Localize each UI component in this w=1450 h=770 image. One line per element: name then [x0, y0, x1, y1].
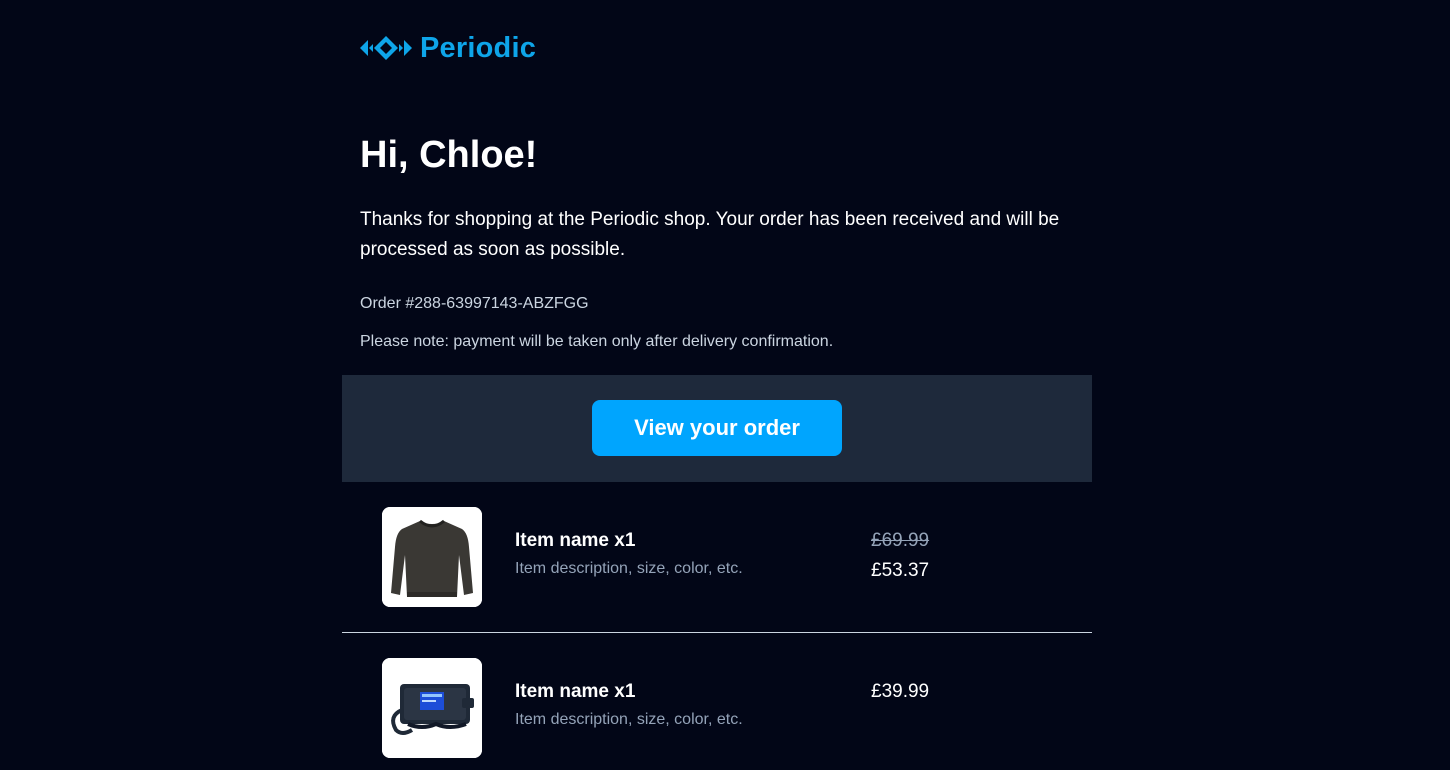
item-name: Item name x1 — [515, 681, 636, 702]
order-number: Order #288-63997143-ABZFGG — [360, 295, 589, 312]
periodic-diamonds-logo-icon — [360, 35, 412, 61]
item-price: £53.37 — [871, 560, 930, 581]
sweater-image-icon — [382, 507, 482, 607]
item-original-price: £69.99 — [871, 530, 930, 551]
email-header: Periodic — [342, 0, 1092, 98]
item-thumbnail[interactable] — [382, 658, 482, 758]
messenger-bag-image-icon — [382, 658, 482, 758]
view-order-button[interactable]: View your order — [592, 400, 842, 456]
order-item: Item name x1 Item description, size, col… — [342, 633, 1092, 770]
email-page: Periodic Hi, Chloe! Thanks for shopping … — [0, 0, 1450, 770]
intro-text: Thanks for shopping at the Periodic shop… — [360, 209, 1060, 260]
item-thumbnail[interactable] — [382, 507, 482, 607]
cta-band: View your order — [342, 375, 1092, 482]
item-price: £39.99 — [871, 681, 930, 702]
order-item: Item name x1 Item description, size, col… — [342, 482, 1092, 632]
item-description: Item description, size, color, etc. — [515, 711, 743, 728]
email-container: Periodic Hi, Chloe! Thanks for shopping … — [342, 0, 1092, 758]
item-name: Item name x1 — [515, 530, 636, 551]
payment-note: Please note: payment will be taken only … — [360, 333, 834, 350]
greeting-heading: Hi, Chloe! — [360, 134, 538, 176]
brand-name: Periodic — [420, 32, 537, 64]
item-description: Item description, size, color, etc. — [515, 560, 743, 577]
brand-logo[interactable]: Periodic — [360, 31, 536, 65]
